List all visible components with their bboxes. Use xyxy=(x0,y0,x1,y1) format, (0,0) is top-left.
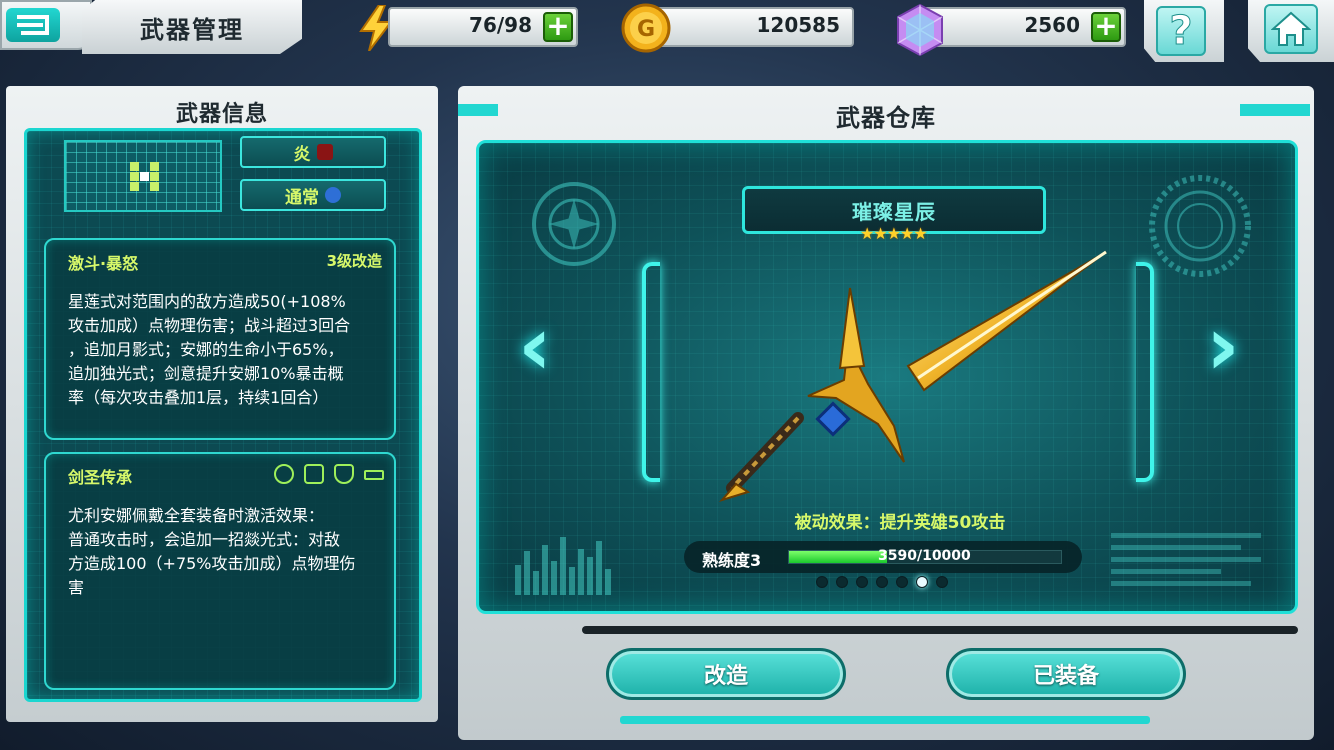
hud-radar-decoration xyxy=(1149,175,1251,277)
proficiency-fill xyxy=(789,551,887,563)
proficiency-bar: 熟练度3 3590/10000 xyxy=(684,541,1082,573)
set-card: 剑圣传承 尤利安娜佩戴全套装备时激活效果： 普通攻击时，会追加一招燚光式：对敌 … xyxy=(44,452,396,690)
weapon-stars: ★★★★★ xyxy=(860,224,928,243)
attack-range-grid xyxy=(64,140,222,212)
gun-icon xyxy=(364,470,384,480)
normal-type-icon xyxy=(325,187,341,203)
divider xyxy=(582,626,1298,634)
right-frame-bracket xyxy=(1136,262,1154,482)
left-frame-bracket xyxy=(642,262,660,482)
gem-value: 2560 xyxy=(1024,13,1080,37)
hud-lines-decoration xyxy=(1111,531,1271,595)
equipped-button[interactable]: 已装备 xyxy=(946,648,1186,700)
page-dot[interactable] xyxy=(896,576,908,588)
page-dot[interactable] xyxy=(836,576,848,588)
coin-display: 120585 xyxy=(650,7,854,47)
weapon-storage-title: 武器仓库 xyxy=(836,104,936,132)
gem-icon xyxy=(892,2,948,58)
page-dot[interactable] xyxy=(876,576,888,588)
skill-card: 激斗·暴怒 3级改造 星莲式对范围内的敌方造成50(+108% 攻击加成）点物理… xyxy=(44,238,396,440)
prev-weapon-button[interactable]: ‹ xyxy=(518,306,552,388)
set-line: 普通攻击时，会追加一招燚光式：对敌 xyxy=(68,530,341,549)
set-line: 害 xyxy=(68,578,85,597)
skill-line: 攻击加成）点物理伤害；战斗超过3回合 xyxy=(68,316,351,335)
home-button[interactable] xyxy=(1248,0,1334,62)
skill-line: 率（每次攻击叠加1层，持续1回合） xyxy=(68,388,329,407)
element-tag: 炎 xyxy=(240,136,386,168)
page-dot[interactable] xyxy=(916,576,928,588)
weapon-name: 璀璨星辰 xyxy=(852,199,936,224)
skill-name: 激斗·暴怒 xyxy=(68,254,139,273)
set-description: 尤利安娜佩戴全套装备时激活效果： 普通攻击时，会追加一招燚光式：对敌 方造成10… xyxy=(68,504,384,600)
type-tag-label: 通常 xyxy=(285,187,319,208)
panel-accent-bar xyxy=(1240,104,1310,116)
skill-description: 星莲式对范围内的敌方造成50(+108% 攻击加成）点物理伤害；战斗超过3回合 … xyxy=(68,290,384,410)
coin-value: 120585 xyxy=(756,13,841,37)
gem-display: 2560 + xyxy=(920,7,1126,47)
skill-line: ，追加月影式；安娜的生命小于65%， xyxy=(68,340,344,359)
set-line: 方造成100（+75%攻击加成）点物理伤 xyxy=(68,554,356,573)
proficiency-value: 3590/10000 xyxy=(878,548,971,564)
armor-icon xyxy=(304,464,324,484)
svg-text:G: G xyxy=(637,17,655,42)
weapon-info-title: 武器信息 xyxy=(175,102,268,127)
hud-compass-decoration xyxy=(532,182,616,266)
passive-effect: 被动效果：提升英雄50攻击 xyxy=(794,513,1006,533)
home-icon xyxy=(1264,4,1318,54)
hud-equalizer-decoration xyxy=(515,533,615,595)
bottom-accent-bar xyxy=(620,716,1150,724)
element-tag-label: 炎 xyxy=(293,144,311,165)
add-energy-button[interactable]: + xyxy=(543,12,573,42)
add-gem-button[interactable]: + xyxy=(1091,12,1121,42)
skill-line: 星莲式对范围内的敌方造成50(+108% xyxy=(68,292,346,311)
page-dot[interactable] xyxy=(816,576,828,588)
fire-element-icon xyxy=(316,144,333,160)
helmet-icon xyxy=(274,464,294,484)
energy-value: 76/98 xyxy=(469,13,532,37)
proficiency-label: 熟练度3 xyxy=(702,551,762,570)
type-tag: 通常 xyxy=(240,179,386,211)
back-icon xyxy=(6,8,60,42)
help-button[interactable]: ? xyxy=(1144,0,1224,62)
set-line: 尤利安娜佩戴全套装备时激活效果： xyxy=(68,506,325,525)
sword-image xyxy=(718,250,1107,502)
next-weapon-button[interactable]: › xyxy=(1206,306,1240,388)
page-dot[interactable] xyxy=(856,576,868,588)
page-title: 武器管理 xyxy=(140,15,244,44)
shield-icon xyxy=(334,464,354,484)
help-icon: ? xyxy=(1156,6,1206,56)
coin-icon: G xyxy=(620,2,672,54)
skill-level: 3级改造 xyxy=(326,252,382,270)
skill-line: 追加独光式；剑意提升安娜10%暴击概 xyxy=(68,364,344,383)
page-dot[interactable] xyxy=(936,576,948,588)
upgrade-button[interactable]: 改造 xyxy=(606,648,846,700)
page-indicator xyxy=(816,576,948,588)
page-title-plate: 武器管理 xyxy=(82,0,302,54)
set-name: 剑圣传承 xyxy=(68,468,133,487)
back-button[interactable] xyxy=(0,0,92,50)
panel-accent-bar xyxy=(458,104,498,116)
energy-display: 76/98 + xyxy=(388,7,578,47)
